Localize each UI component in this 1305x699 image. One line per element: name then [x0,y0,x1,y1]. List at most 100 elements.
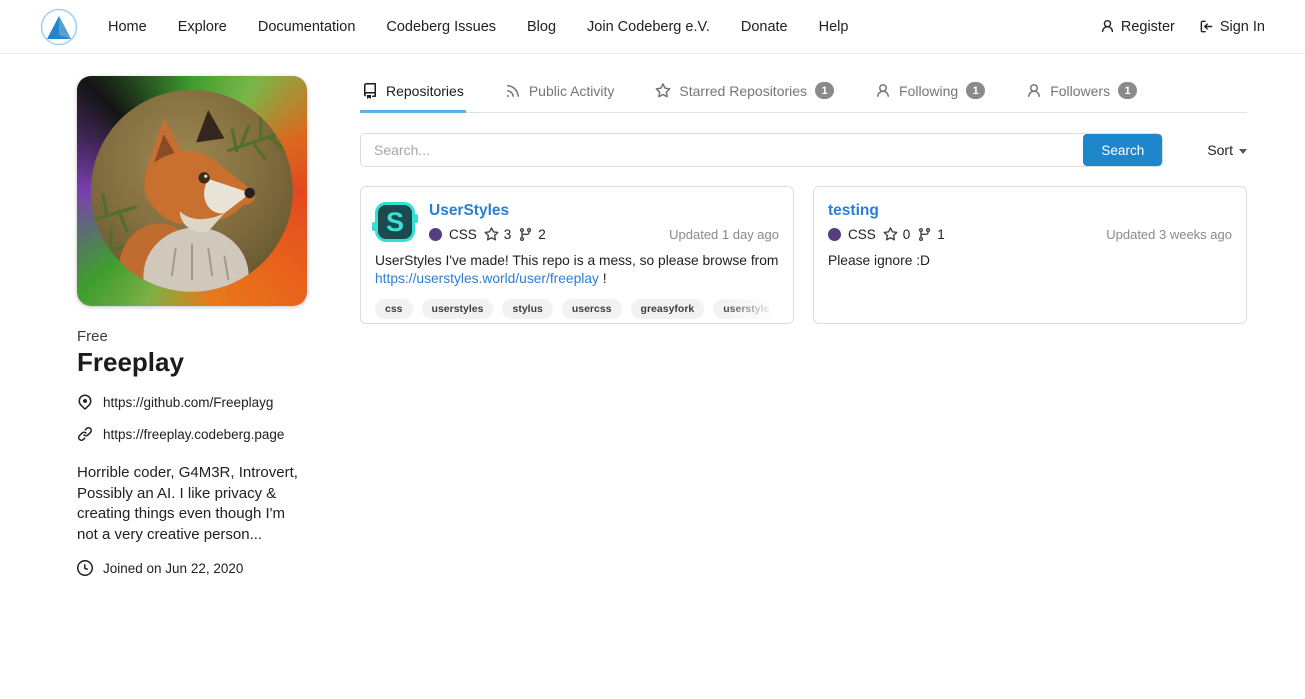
repo-link-userstyles[interactable]: UserStyles [429,202,509,220]
followers-count-badge: 1 [1118,82,1137,99]
tab-public-activity[interactable]: Public Activity [503,77,617,113]
repo-search-button[interactable]: Search [1083,134,1162,166]
repo-card-head-right: testing CSS 0 [828,202,1232,242]
repo-meta-row: CSS 3 2 [429,227,779,242]
profile-location-row: https://github.com/Freeplayg [77,394,307,410]
star-icon [484,227,499,242]
repo-forks: 1 [917,227,945,242]
tab-starred-label: Starred Repositories [679,83,807,99]
repo-updated-time: Updated 3 weeks ago [1106,227,1232,242]
repo-card-head-right: UserStyles CSS 3 [429,202,779,242]
sign-in-label: Sign In [1220,19,1265,35]
starred-count-badge: 1 [815,82,834,99]
repo-description: Please ignore :D [828,252,1232,270]
person-icon [1100,19,1115,34]
profile-joined-row: Joined on Jun 22, 2020 [77,560,307,576]
tab-public-activity-label: Public Activity [529,83,615,99]
profile-main: Repositories Public Activity Starred Rep… [360,76,1247,576]
person-icon [1026,83,1042,99]
sort-dropdown[interactable]: Sort [1207,142,1247,158]
profile-username: Freeplay [77,347,307,378]
git-branch-icon [518,227,533,242]
repo-search: Search [360,133,1163,167]
fox-avatar-image [91,90,293,292]
clock-icon [77,560,93,576]
topic-tag[interactable]: greasyfork [631,299,705,319]
profile-website-row: https://freeplay.codeberg.page [77,426,307,442]
following-count-badge: 1 [966,82,985,99]
repo-updated-time: Updated 1 day ago [669,227,779,242]
repo-language: CSS [449,227,477,242]
register-label: Register [1121,19,1175,35]
tab-starred-repositories[interactable]: Starred Repositories 1 [653,76,836,113]
repo-language: CSS [848,227,876,242]
sign-in-icon [1199,19,1214,34]
nav-link-explore[interactable]: Explore [178,19,227,35]
nav-link-codeberg-issues[interactable]: Codeberg Issues [386,19,496,35]
rss-icon [505,83,521,99]
repo-description-text: Please ignore :D [828,253,930,268]
repo-fork-count: 1 [937,227,945,242]
repo-card-list: S UserStyles CSS 3 [360,186,1247,324]
language-dot-icon [429,228,442,241]
nav-link-join-codeberg[interactable]: Join Codeberg e.V. [587,19,710,35]
topic-tag[interactable]: usercss [562,299,622,319]
codeberg-mountain-icon [40,8,78,46]
chevron-down-icon [1239,149,1247,154]
repo-fork-count: 2 [538,227,546,242]
userstyles-repo-avatar: S [375,202,415,242]
nav-link-donate[interactable]: Donate [741,19,788,35]
nav-link-help[interactable]: Help [819,19,849,35]
link-icon [77,426,93,442]
repo-search-input[interactable] [361,134,1083,166]
tab-repositories-label: Repositories [386,83,464,99]
codeberg-logo[interactable] [40,8,78,46]
profile-tabbar: Repositories Public Activity Starred Rep… [360,76,1247,113]
profile-bio: Horrible coder, G4M3R, Introvert, Possib… [77,463,307,545]
repo-topic-tags: css userstyles stylus usercss greasyfork… [375,299,779,319]
topic-tag[interactable]: stylus [502,299,552,319]
tab-followers[interactable]: Followers 1 [1024,76,1139,113]
tab-repositories[interactable]: Repositories [360,77,466,113]
repo-link-testing[interactable]: testing [828,202,879,220]
repo-card-userstyles: S UserStyles CSS 3 [360,186,794,324]
repo-description-suffix: ! [599,271,607,286]
repo-description-link[interactable]: https://userstyles.world/user/freeplay [375,271,599,286]
star-icon [655,83,671,99]
person-icon [875,83,891,99]
profile-sidebar: Free Freeplay https://github.com/Freepla… [77,76,307,576]
topic-tag[interactable]: css [375,299,413,319]
repo-forks: 2 [518,227,546,242]
repo-description-text: UserStyles I've made! This repo is a mes… [375,253,778,268]
repo-card-testing: testing CSS 0 [813,186,1247,324]
repo-card-header: S UserStyles CSS 3 [375,202,779,242]
profile-display-name: Free [77,328,307,345]
repo-stars: 0 [883,227,911,242]
repo-stars: 3 [484,227,512,242]
nav-link-blog[interactable]: Blog [527,19,556,35]
nav-links: Home Explore Documentation Codeberg Issu… [108,19,848,35]
repo-star-count: 0 [903,227,911,242]
profile-website-link[interactable]: https://freeplay.codeberg.page [103,427,284,442]
nav-link-documentation[interactable]: Documentation [258,19,356,35]
topic-tag[interactable]: userstyles [422,299,494,319]
register-button[interactable]: Register [1100,19,1175,35]
stylus-logo-letter: S [386,209,404,236]
repo-card-header: testing CSS 0 [828,202,1232,242]
tab-followers-label: Followers [1050,83,1110,99]
sort-label: Sort [1207,142,1233,158]
star-icon [883,227,898,242]
repo-icon [362,83,378,99]
profile-joined-text: Joined on Jun 22, 2020 [103,561,243,576]
repo-search-row: Search Sort [360,133,1247,167]
tab-following-label: Following [899,83,958,99]
repo-star-count: 3 [504,227,512,242]
top-navbar: Home Explore Documentation Codeberg Issu… [0,0,1305,54]
nav-link-home[interactable]: Home [108,19,147,35]
tab-following[interactable]: Following 1 [873,76,987,113]
location-pin-icon [77,394,93,410]
profile-location-text: https://github.com/Freeplayg [103,395,273,410]
repo-description: UserStyles I've made! This repo is a mes… [375,252,779,288]
sign-in-button[interactable]: Sign In [1199,19,1265,35]
topic-tag[interactable]: userstyle [713,299,779,319]
